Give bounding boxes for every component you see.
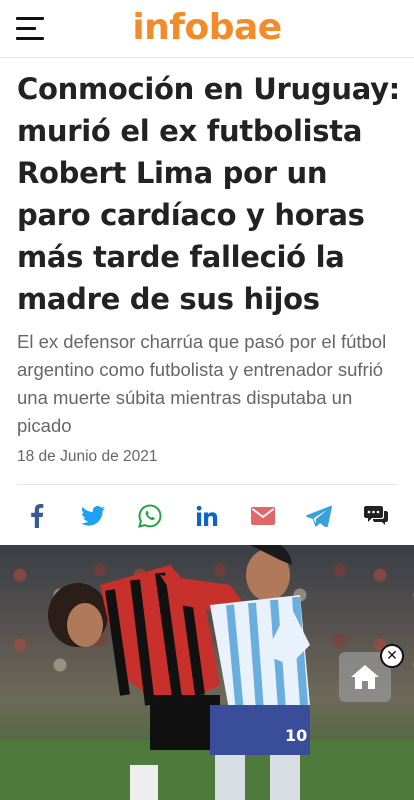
top-navigation-bar: infobae xyxy=(0,0,414,58)
article-subheadline: El ex defensor charrúa que pasó por el f… xyxy=(17,331,387,436)
home-icon xyxy=(351,665,379,689)
facebook-icon[interactable] xyxy=(23,502,51,530)
article-date: 18 de Junio de 2021 xyxy=(17,448,158,465)
svg-text:10: 10 xyxy=(285,726,307,745)
share-bar xyxy=(17,496,397,536)
share-divider xyxy=(17,484,397,485)
telegram-icon[interactable] xyxy=(305,502,333,530)
close-icon[interactable]: ✕ xyxy=(380,644,404,668)
comments-icon[interactable] xyxy=(362,502,390,530)
whatsapp-icon[interactable] xyxy=(136,502,164,530)
infobae-logo[interactable]: infobae xyxy=(0,6,414,50)
article-headline: Conmoción en Uruguay: murió el ex futbol… xyxy=(17,72,400,316)
linkedin-icon[interactable] xyxy=(193,502,221,530)
twitter-icon[interactable] xyxy=(79,502,107,530)
email-icon[interactable] xyxy=(249,502,277,530)
